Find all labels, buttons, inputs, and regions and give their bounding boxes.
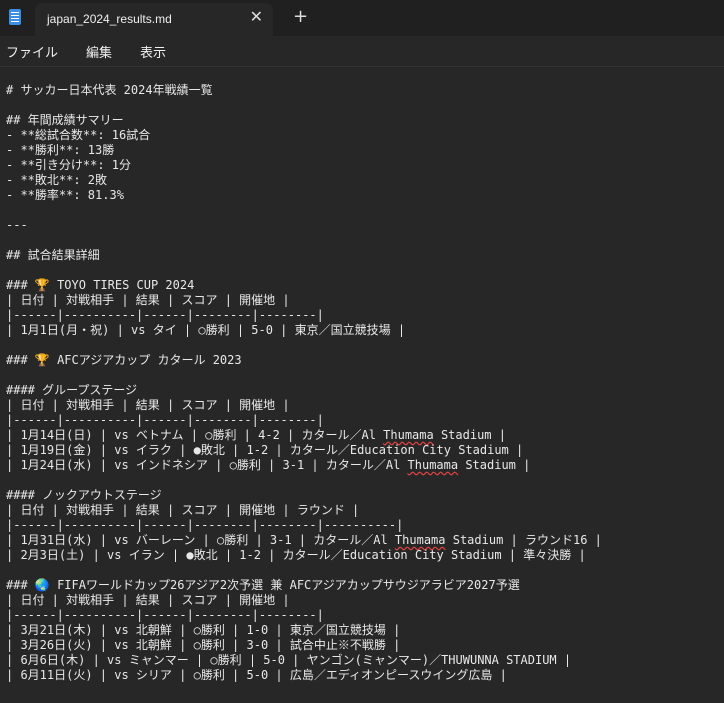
text-line: |------|----------|------|--------|-----…: [6, 413, 324, 427]
text-line: | 日付 | 対戦相手 | 結果 | スコア | 開催地 |: [6, 398, 290, 412]
text-line: # サッカー日本代表 2024年戦績一覧: [6, 83, 213, 97]
close-icon[interactable]: ✕: [250, 9, 263, 25]
text-line: | 日付 | 対戦相手 | 結果 | スコア | 開催地 |: [6, 593, 290, 607]
text-line: ### 🏆 AFCアジアカップ カタール 2023: [6, 353, 242, 367]
text-line: | 3月26日(火) | vs 北朝鮮 | ○勝利 | 3-0 | 試合中止※不…: [6, 638, 401, 652]
title-bar: japan_2024_results.md ✕ +: [0, 0, 724, 36]
text-line: | 1月31日(水) | vs バーレーン | ○勝利 | 3-1 | カタール…: [6, 533, 602, 547]
text-line: - **敗北**: 2敗: [6, 173, 108, 187]
text-line: [6, 563, 724, 578]
text-line: [6, 473, 724, 488]
text-line: | 1月14日(日) | vs ベトナム | ○勝利 | 4-2 | カタール／…: [6, 428, 506, 442]
text-line: [6, 368, 724, 383]
text-line: ## 年間成績サマリー: [6, 113, 124, 127]
menu-bar: ファイル 編集 表示: [0, 36, 724, 67]
text-line: | 1月1日(月・祝) | vs タイ | ○勝利 | 5-0 | 東京／国立競…: [6, 323, 406, 337]
text-line: ## 試合結果詳細: [6, 248, 100, 262]
text-line: | 6月11日(火) | vs シリア | ○勝利 | 5-0 | 広島／エディ…: [6, 668, 507, 682]
text-line: | 1月19日(金) | vs イラク | ●敗北 | 1-2 | カタール／E…: [6, 443, 524, 457]
text-line: #### ノックアウトステージ: [6, 488, 162, 502]
tab-title: japan_2024_results.md: [47, 12, 172, 26]
text-line: | 1月24日(水) | vs インドネシア | ○勝利 | 3-1 | カター…: [6, 458, 531, 472]
text-line: [6, 98, 724, 113]
document-text: # サッカー日本代表 2024年戦績一覧 ## 年間成績サマリー - **総試合数*…: [0, 67, 724, 683]
menu-view[interactable]: 表示: [140, 42, 166, 61]
text-line: - **勝率**: 81.3%: [6, 188, 124, 202]
text-line: | 2月3日(土) | vs イラン | ●敗北 | 1-2 | カタール／Ed…: [6, 548, 586, 562]
text-line: #### グループステージ: [6, 383, 138, 397]
text-line: [6, 338, 724, 353]
text-line: - **勝利**: 13勝: [6, 143, 115, 157]
text-line: ### 🌏 FIFAワールドカップ26アジア2次予選 兼 AFCアジアカップサウ…: [6, 578, 520, 592]
text-line: - **総試合数**: 16試合: [6, 128, 151, 142]
text-line: [6, 203, 724, 218]
menu-file[interactable]: ファイル: [6, 42, 58, 61]
new-tab-icon[interactable]: +: [293, 8, 308, 26]
text-line: - **引き分け**: 1分: [6, 158, 132, 172]
text-editor[interactable]: # サッカー日本代表 2024年戦績一覧 ## 年間成績サマリー - **総試合数*…: [0, 67, 724, 703]
text-line: | 日付 | 対戦相手 | 結果 | スコア | 開催地 | ラウンド |: [6, 503, 360, 517]
menu-edit[interactable]: 編集: [86, 42, 112, 61]
text-line: | 3月21日(木) | vs 北朝鮮 | ○勝利 | 1-0 | 東京／国立競…: [6, 623, 401, 637]
text-line: |------|----------|------|--------|-----…: [6, 308, 324, 322]
notepad-icon: [9, 9, 21, 25]
text-line: [6, 233, 724, 248]
text-line: |------|----------|------|--------|-----…: [6, 518, 404, 532]
text-line: |------|----------|------|--------|-----…: [6, 608, 324, 622]
text-line: ### 🏆 TOYO TIRES CUP 2024: [6, 278, 195, 292]
text-line: | 6月6日(木) | vs ミャンマー | ○勝利 | 5-0 | ヤンゴン(…: [6, 653, 572, 667]
tab-active[interactable]: japan_2024_results.md ✕: [35, 3, 273, 36]
text-line: ---: [6, 218, 28, 232]
text-line: | 日付 | 対戦相手 | 結果 | スコア | 開催地 |: [6, 293, 290, 307]
text-line: [6, 263, 724, 278]
